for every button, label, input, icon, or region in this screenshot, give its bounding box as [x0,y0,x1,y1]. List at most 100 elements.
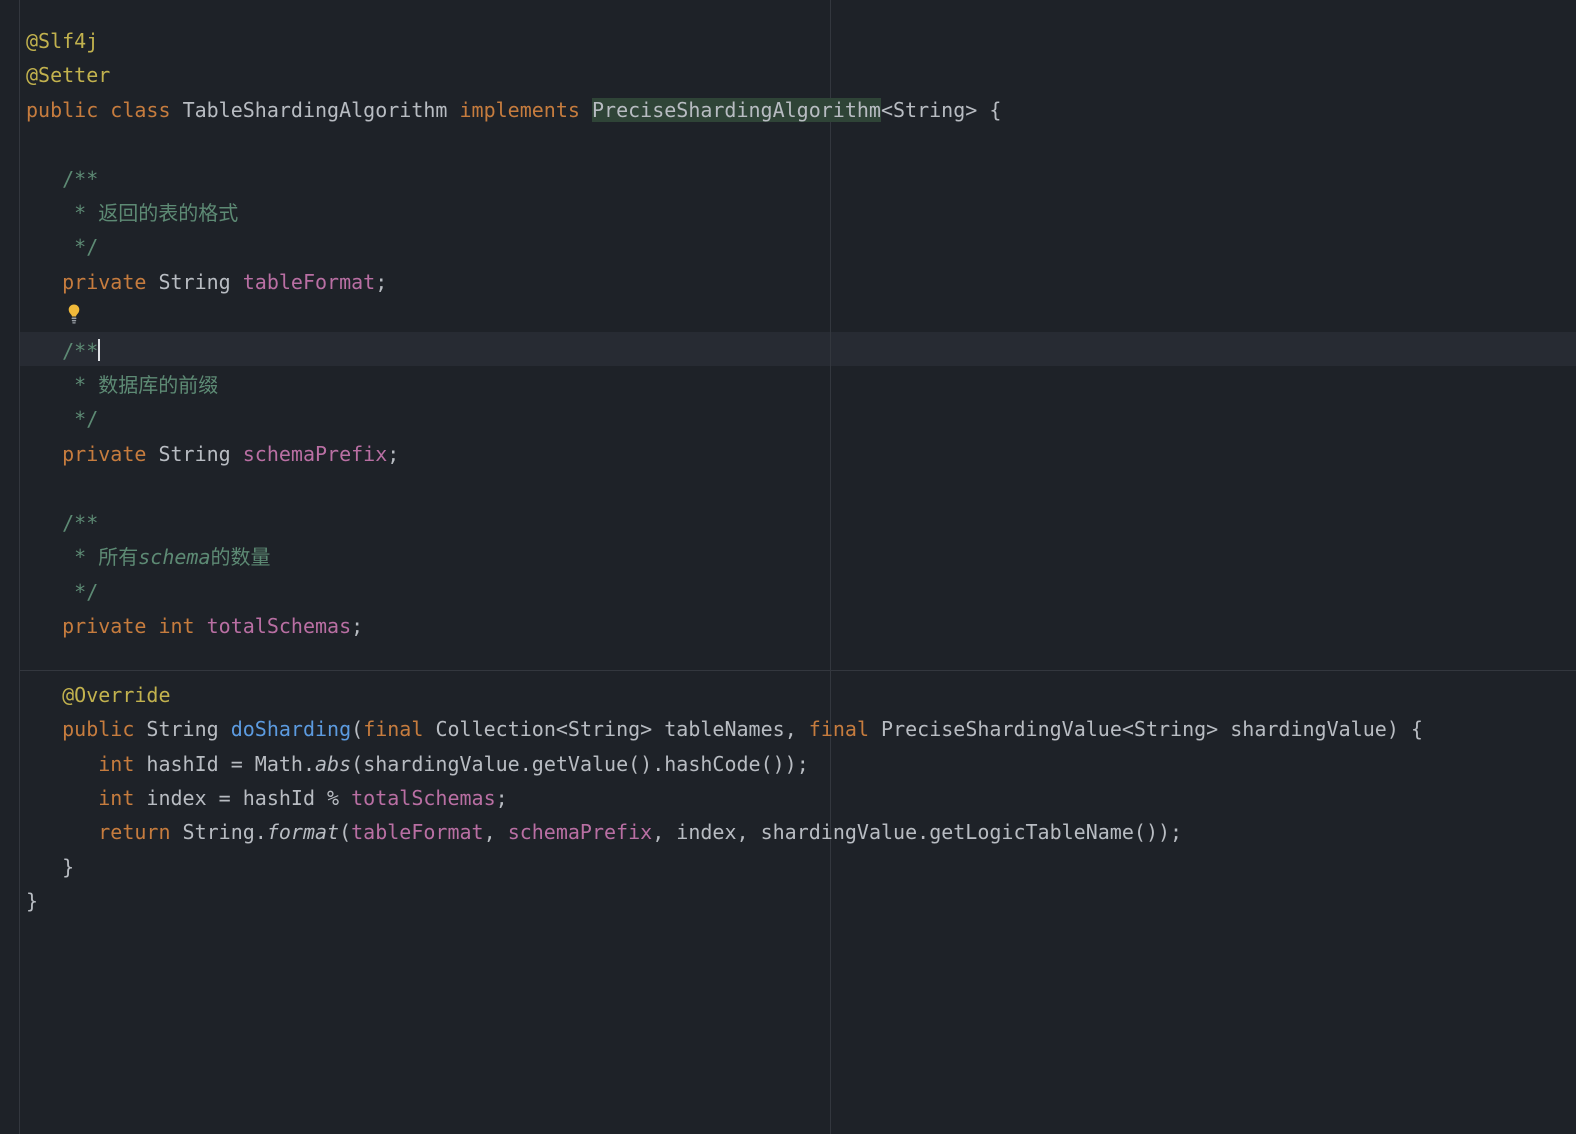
javadoc-body-italic: schema [138,545,210,569]
param-shardingvalue: shardingValue [363,752,520,776]
type-string: String [1134,717,1206,741]
keyword-implements: implements [460,98,580,122]
keyword-private: private [62,270,146,294]
punc: , [737,820,749,844]
punc: ) [1158,820,1170,844]
param-shardingvalue: shardingValue [1230,717,1387,741]
class-name: TableShardingAlgorithm [183,98,448,122]
type-string: String [146,717,218,741]
annotation-setter: @Setter [26,63,110,87]
punc: ) [1146,820,1158,844]
punc: ( [339,820,351,844]
punc: . [255,820,267,844]
punc: , [484,820,496,844]
punc: ; [797,752,809,776]
code-content[interactable]: @Slf4j @Setter public class TableShardin… [20,0,1576,919]
javadoc-open: /** [62,511,98,535]
keyword-int: int [158,614,194,638]
keyword-final: final [363,717,423,741]
keyword-int: int [98,752,134,776]
keyword-class: class [110,98,170,122]
annotation-override: @Override [62,683,170,707]
punc: ) [785,752,797,776]
keyword-final: final [809,717,869,741]
javadoc-body: * 数据库的前缀 [62,373,218,397]
field-schemaprefix: schemaPrefix [508,820,653,844]
type-string: String [893,98,965,122]
punc: ; [387,442,399,466]
local-hashid: hashId [243,786,315,810]
punc: , [652,820,664,844]
punc: . [917,820,929,844]
punc: ; [375,270,387,294]
punc: { [1411,717,1423,741]
punc: , [785,717,797,741]
punc: < [881,98,893,122]
keyword-return: return [98,820,170,844]
field-totalschemas: totalSchemas [351,786,496,810]
punc: ; [351,614,363,638]
punc: ; [496,786,508,810]
punc: ) [773,752,785,776]
javadoc-close: */ [62,235,98,259]
field-tableformat: tableFormat [351,820,483,844]
keyword-private: private [62,442,146,466]
javadoc-open: /** [62,339,98,363]
text-caret [98,339,100,361]
type-string: String [568,717,640,741]
punc: ) [640,752,652,776]
punc: ; [1170,820,1182,844]
param-shardingvalue: shardingValue [761,820,918,844]
field-schemaprefix: schemaPrefix [243,442,388,466]
punc: ( [628,752,640,776]
punc: } [62,855,74,879]
punc: ( [761,752,773,776]
javadoc-body: * 返回的表的格式 [62,201,238,225]
punc: > [965,98,977,122]
type-string: String [158,270,230,294]
punc: ( [351,752,363,776]
type-math: Math [255,752,303,776]
call-getvalue: getValue [532,752,628,776]
code-area[interactable]: @Slf4j @Setter public class TableShardin… [20,0,1576,1134]
type-string: String [183,820,255,844]
param-tablenames: tableNames [664,717,784,741]
punc: . [303,752,315,776]
javadoc-close: */ [62,580,98,604]
lightbulb-icon[interactable] [66,303,82,325]
punc: ( [1134,820,1146,844]
call-hashcode: hashCode [664,752,760,776]
editor-gutter [0,0,20,1134]
punc: { [989,98,1001,122]
type-collection: Collection [435,717,555,741]
type-precise-sharding-algorithm: PreciseShardingAlgorithm [592,98,881,122]
punc: . [652,752,664,776]
method-separator [20,670,1576,671]
field-totalschemas: totalSchemas [207,614,352,638]
javadoc-body: * 所有 [62,545,138,569]
punc: > [1206,717,1218,741]
punc: } [26,889,38,913]
punc: > [640,717,652,741]
keyword-int: int [98,786,134,810]
punc: ( [351,717,363,741]
punc: < [1122,717,1134,741]
punc: . [520,752,532,776]
local-hashid: hashId [146,752,218,776]
type-preciseshardingvalue: PreciseShardingValue [881,717,1122,741]
punc: ) [1387,717,1399,741]
punc: % [315,786,351,810]
keyword-private: private [62,614,146,638]
local-index: index [146,786,206,810]
call-abs: abs [315,752,351,776]
keyword-public: public [26,98,98,122]
annotation-slf4j: @Slf4j [26,29,98,53]
punc: < [556,717,568,741]
keyword-public: public [62,717,134,741]
field-tableformat: tableFormat [243,270,375,294]
code-editor[interactable]: @Slf4j @Setter public class TableShardin… [0,0,1576,1134]
punc: = [207,786,243,810]
javadoc-close: */ [62,407,98,431]
call-getlogictablename: getLogicTableName [929,820,1134,844]
javadoc-open: /** [62,167,98,191]
